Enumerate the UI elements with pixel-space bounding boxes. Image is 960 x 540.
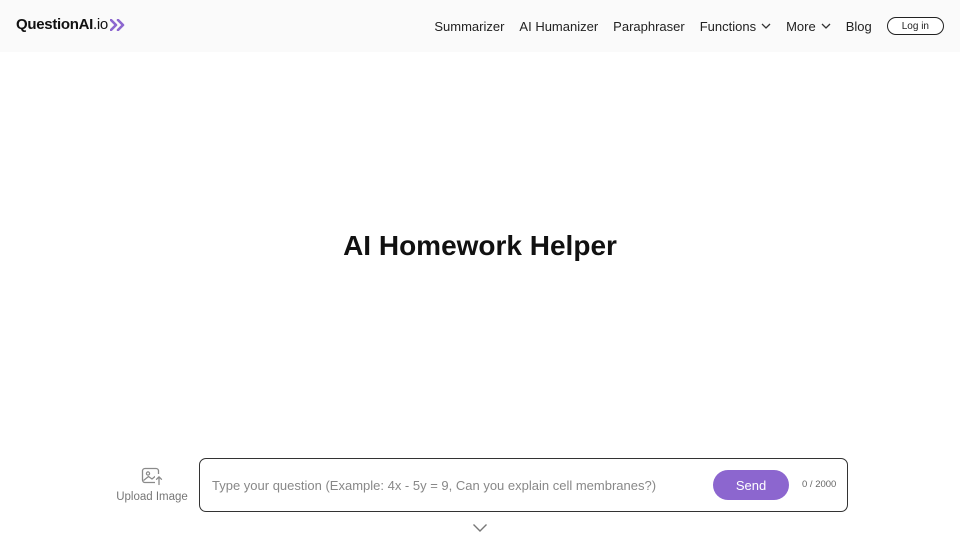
site-header: QuestionAI .io Summarizer AI Humanizer Pa…: [0, 0, 960, 52]
nav-blog[interactable]: Blog: [846, 19, 872, 34]
scroll-down-button[interactable]: [472, 520, 488, 538]
login-button[interactable]: Log in: [886, 17, 944, 35]
chevron-down-icon: [761, 23, 771, 29]
send-button[interactable]: Send: [713, 470, 789, 500]
character-counter: 0 / 2000: [802, 479, 837, 490]
image-upload-icon: [141, 467, 163, 486]
nav-item-label: Summarizer: [434, 18, 505, 34]
question-input[interactable]: [212, 474, 712, 496]
nav-item-label: Functions: [699, 18, 757, 34]
chevron-down-icon: [473, 524, 487, 532]
nav-item-label: Blog: [845, 18, 872, 34]
question-box: Send 0 / 2000: [199, 458, 848, 512]
nav-item-label: Paraphraser: [613, 18, 685, 34]
main-nav: Summarizer AI Humanizer Paraphraser Func…: [419, 16, 944, 36]
nav-item-label: AI Humanizer: [519, 18, 599, 34]
upload-image-label: Upload Image: [116, 491, 188, 503]
double-chevron-right-icon: [109, 18, 125, 31]
chevron-down-icon: [821, 23, 831, 29]
logo-text: QuestionAI: [16, 16, 94, 33]
nav-item-label: More: [786, 18, 816, 34]
nav-summarizer[interactable]: Summarizer: [434, 19, 504, 34]
nav-paraphraser[interactable]: Paraphraser: [613, 19, 685, 34]
nav-ai-humanizer[interactable]: AI Humanizer: [519, 19, 598, 34]
page-title: AI Homework Helper: [343, 230, 617, 261]
site-logo[interactable]: QuestionAI .io: [16, 16, 126, 33]
upload-image-button[interactable]: Upload Image: [112, 466, 192, 503]
logo-suffix: .io: [93, 16, 108, 33]
nav-functions-dropdown[interactable]: Functions: [700, 19, 771, 34]
nav-more-dropdown[interactable]: More: [786, 19, 831, 34]
